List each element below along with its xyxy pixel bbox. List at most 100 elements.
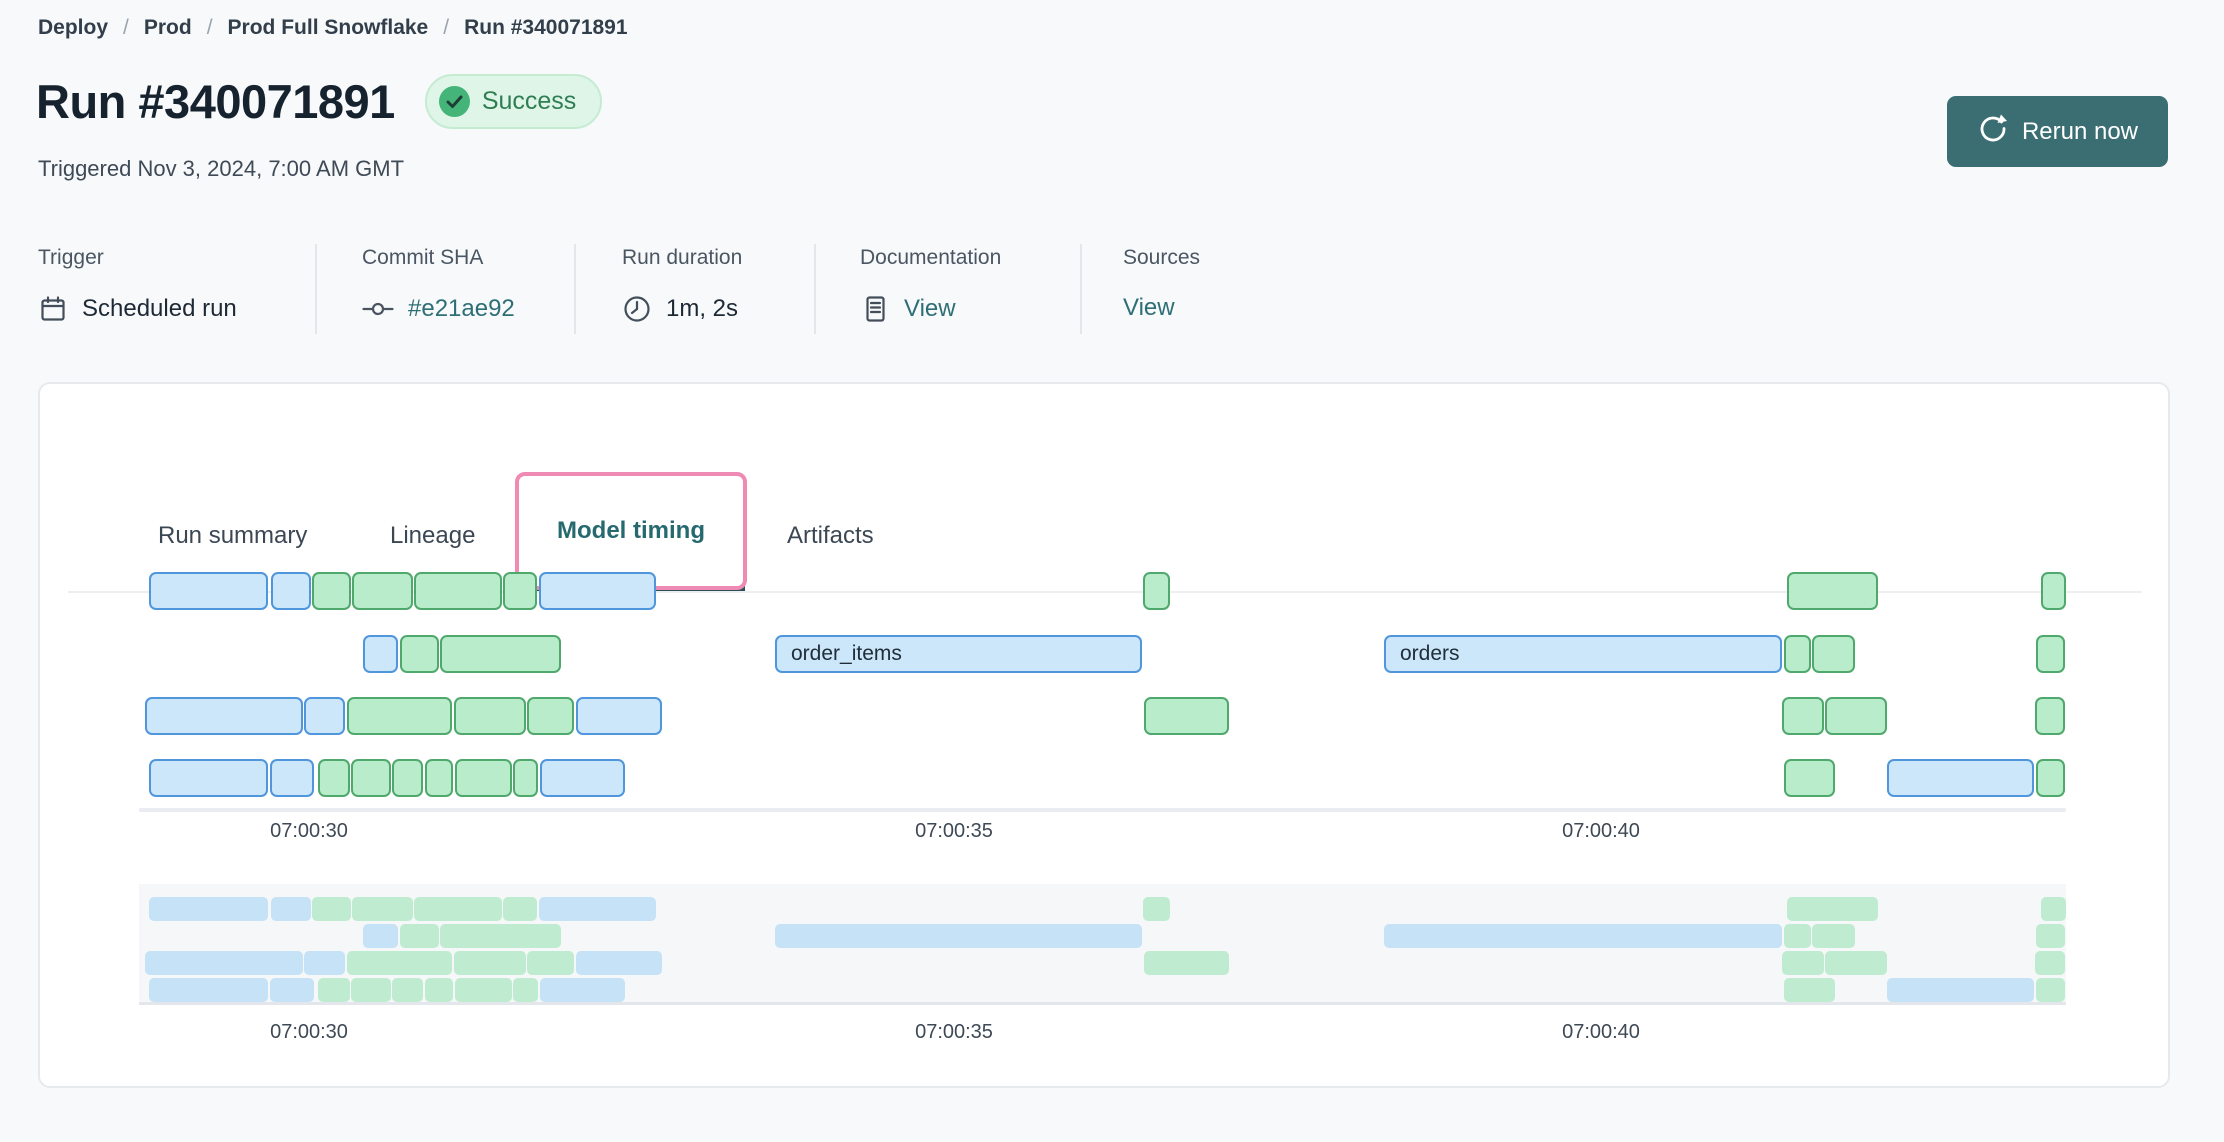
gantt-bar[interactable] xyxy=(352,572,413,610)
minimap-bar xyxy=(1784,978,1835,1002)
gantt-bar[interactable] xyxy=(363,635,398,673)
gantt-bar[interactable] xyxy=(2036,635,2065,673)
meta-trigger-label: Trigger xyxy=(38,246,315,270)
minimap-bar xyxy=(503,897,537,921)
gantt-minimap-brush[interactable] xyxy=(139,884,2066,1005)
gantt-bar[interactable] xyxy=(454,697,526,735)
gantt-bar[interactable] xyxy=(513,759,538,797)
gantt-bar[interactable] xyxy=(1784,759,1835,797)
minimap-bar xyxy=(271,897,311,921)
gantt-bar[interactable] xyxy=(351,759,391,797)
minimap-bar xyxy=(775,924,1142,948)
gantt-bar[interactable] xyxy=(312,572,351,610)
gantt-bar[interactable] xyxy=(539,572,656,610)
minimap-bar xyxy=(312,897,351,921)
gantt-bar[interactable] xyxy=(145,697,303,735)
gantt-bar[interactable] xyxy=(1143,572,1170,610)
axis-tick: 07:00:40 xyxy=(1562,1021,1640,1044)
minimap-bar xyxy=(392,978,423,1002)
minimap-bar xyxy=(425,978,453,1002)
rerun-button-label: Rerun now xyxy=(2022,118,2138,146)
gantt-bar[interactable] xyxy=(392,759,423,797)
axis-tick: 07:00:35 xyxy=(915,820,993,843)
meta-trigger-text: Scheduled run xyxy=(82,295,237,323)
meta-sources-label: Sources xyxy=(1123,246,1290,270)
gantt-axis-labels: 07:00:3007:00:3507:00:40 xyxy=(139,820,2066,846)
gantt-bar[interactable] xyxy=(527,697,574,735)
minimap-bar xyxy=(440,924,561,948)
gantt-bar[interactable] xyxy=(455,759,512,797)
gantt-bar[interactable] xyxy=(2041,572,2066,610)
gantt-bar[interactable] xyxy=(503,572,537,610)
gantt-bar[interactable] xyxy=(2036,759,2065,797)
breadcrumb-environment[interactable]: Prod Full Snowflake xyxy=(228,16,429,40)
gantt-bar[interactable] xyxy=(270,759,314,797)
gantt-bar[interactable] xyxy=(1144,697,1229,735)
gantt-bar[interactable] xyxy=(1887,759,2034,797)
success-check-icon xyxy=(439,86,470,117)
gantt-bar[interactable] xyxy=(1782,697,1824,735)
run-meta-row: Trigger Scheduled run Commit SHA #e21ae9… xyxy=(38,244,1290,334)
gantt-bar[interactable] xyxy=(540,759,625,797)
gantt-bar[interactable] xyxy=(440,635,561,673)
gantt-bar-order_items[interactable]: order_items xyxy=(775,635,1142,673)
gantt-bar[interactable] xyxy=(1812,635,1855,673)
minimap-bar xyxy=(1825,951,1887,975)
commit-icon xyxy=(362,294,394,324)
axis-tick: 07:00:40 xyxy=(1562,820,1640,843)
page-title: Run #340071891 xyxy=(36,74,395,129)
breadcrumb-separator: / xyxy=(207,16,213,40)
minimap-bar xyxy=(455,978,512,1002)
minimap-bar xyxy=(2041,897,2066,921)
gantt-bar[interactable] xyxy=(304,697,345,735)
gantt-bar[interactable] xyxy=(425,759,453,797)
minimap-bar xyxy=(1812,924,1855,948)
breadcrumb-deploy[interactable]: Deploy xyxy=(38,16,108,40)
meta-commit-label: Commit SHA xyxy=(362,246,574,270)
meta-trigger-value: Scheduled run xyxy=(38,294,315,324)
clock-icon xyxy=(622,294,652,324)
gantt-bar[interactable] xyxy=(271,572,311,610)
meta-duration: Run duration 1m, 2s xyxy=(574,244,814,334)
gantt-bar[interactable] xyxy=(1784,635,1811,673)
gantt-bar[interactable] xyxy=(318,759,350,797)
breadcrumb: Deploy / Prod / Prod Full Snowflake / Ru… xyxy=(38,16,628,40)
axis-tick: 07:00:35 xyxy=(915,1021,993,1044)
triggered-timestamp: Triggered Nov 3, 2024, 7:00 AM GMT xyxy=(38,156,404,182)
minimap-bar xyxy=(145,951,303,975)
minimap-bar xyxy=(2036,924,2065,948)
gantt-bar-orders[interactable]: orders xyxy=(1384,635,1782,673)
gantt-bar[interactable] xyxy=(347,697,452,735)
gantt-bar[interactable] xyxy=(400,635,439,673)
minimap-bar xyxy=(1782,951,1824,975)
minimap-bar xyxy=(1143,897,1170,921)
gantt-bar[interactable] xyxy=(149,572,268,610)
meta-duration-text: 1m, 2s xyxy=(666,295,738,323)
gantt-bar[interactable] xyxy=(2035,697,2065,735)
rerun-now-button[interactable]: Rerun now xyxy=(1947,96,2168,167)
gantt-bar[interactable] xyxy=(1787,572,1878,610)
documentation-view-link[interactable]: View xyxy=(860,294,1080,324)
minimap-bar xyxy=(149,978,268,1002)
minimap-bar xyxy=(270,978,314,1002)
minimap-bar xyxy=(149,897,268,921)
gantt-bar[interactable] xyxy=(414,572,502,610)
minimap-bar xyxy=(1887,978,2034,1002)
tab-lineage[interactable]: Lineage xyxy=(390,522,475,550)
commit-sha-link[interactable]: #e21ae92 xyxy=(362,294,574,324)
gantt-bar[interactable] xyxy=(576,697,662,735)
calendar-icon xyxy=(38,294,68,324)
gantt-bar[interactable] xyxy=(1825,697,1887,735)
gantt-axis-line xyxy=(139,808,2066,812)
tab-artifacts[interactable]: Artifacts xyxy=(787,522,874,550)
breadcrumb-prod[interactable]: Prod xyxy=(144,16,192,40)
minimap-bar xyxy=(2036,978,2065,1002)
sources-view-link[interactable]: View xyxy=(1123,294,1290,322)
breadcrumb-run[interactable]: Run #340071891 xyxy=(464,16,627,40)
minimap-bar xyxy=(347,951,452,975)
gantt-bar[interactable] xyxy=(149,759,268,797)
minimap-bar xyxy=(2035,951,2065,975)
meta-duration-value: 1m, 2s xyxy=(622,294,814,324)
tab-run-summary[interactable]: Run summary xyxy=(158,522,307,550)
breadcrumb-separator: / xyxy=(443,16,449,40)
